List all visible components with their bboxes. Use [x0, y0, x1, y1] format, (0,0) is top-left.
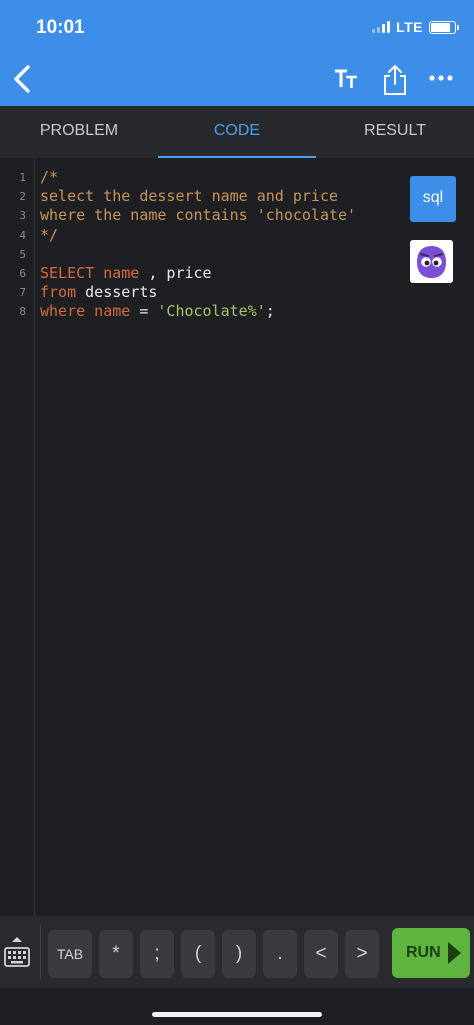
- text-size-icon[interactable]: [334, 68, 358, 90]
- code-token: , price: [148, 264, 212, 282]
- home-indicator[interactable]: [152, 1012, 322, 1017]
- tab-bar: PROBLEM CODE RESULT: [0, 106, 474, 159]
- line-code[interactable]: */: [40, 226, 58, 245]
- tab-code[interactable]: CODE: [158, 106, 316, 159]
- line-number: 4: [19, 228, 26, 242]
- code-line[interactable]: 3 where the name contains 'chocolate': [0, 206, 400, 225]
- share-icon[interactable]: [381, 64, 409, 96]
- line-number: 3: [19, 209, 26, 223]
- code-token: desserts: [76, 283, 158, 302]
- code-line[interactable]: 4 */: [0, 226, 400, 245]
- signal-icon: [372, 21, 391, 33]
- tab-problem[interactable]: PROBLEM: [0, 106, 158, 158]
- code-token: /*: [40, 168, 59, 186]
- line-code[interactable]: from desserts: [40, 283, 157, 302]
- code-line[interactable]: 8 where name = 'Chocolate%';: [0, 302, 400, 321]
- line-code[interactable]: where the name contains 'chocolate': [40, 206, 356, 225]
- code-line[interactable]: 6 SELECT name , price: [0, 264, 400, 283]
- key-open-paren[interactable]: (: [181, 930, 215, 978]
- code-token: 'Chocolate%': [157, 302, 266, 321]
- key-tab[interactable]: TAB: [48, 930, 92, 978]
- key-period[interactable]: .: [263, 930, 297, 978]
- top-bar: 10:01 LTE: [0, 0, 474, 106]
- code-line[interactable]: 2 select the dessert name and price: [0, 187, 400, 206]
- code-token: SELECT: [40, 264, 95, 282]
- line-number: 5: [19, 247, 26, 261]
- code-line[interactable]: 5: [0, 245, 400, 264]
- battery-icon: [429, 20, 459, 34]
- code-token: from: [40, 283, 77, 302]
- run-label: RUN: [406, 944, 441, 961]
- keyboard-accessory-bar: TAB * ; ( ) . < > RUN: [0, 916, 474, 988]
- code-token: where the name contains 'chocolate': [40, 206, 357, 225]
- line-number: 7: [19, 286, 26, 300]
- line-code[interactable]: select the dessert name and price: [40, 187, 338, 206]
- line-number: 1: [19, 171, 26, 184]
- key-less-than[interactable]: <: [304, 930, 338, 978]
- language-badge[interactable]: sql: [410, 176, 456, 222]
- line-code[interactable]: where name = 'Chocolate%';: [40, 302, 275, 321]
- code-token: */: [40, 225, 59, 244]
- bottom-safe-area: [0, 988, 474, 1025]
- code-token: name: [94, 264, 149, 282]
- key-close-paren[interactable]: ): [222, 930, 256, 978]
- line-number: 6: [19, 267, 26, 280]
- play-icon: [448, 942, 461, 964]
- network-label: LTE: [396, 19, 423, 35]
- code-editor[interactable]: 1 /* 2 select the dessert name and price 3 wh…: [0, 158, 474, 916]
- line-number: 8: [19, 305, 26, 319]
- key-greater-than[interactable]: >: [345, 930, 379, 978]
- line-code[interactable]: SELECT name , price: [40, 264, 212, 283]
- keyboard-toggle-icon[interactable]: [2, 936, 32, 972]
- run-button[interactable]: RUN: [392, 928, 470, 978]
- code-token: =: [139, 302, 158, 321]
- code-line[interactable]: 7 from desserts: [0, 283, 400, 302]
- code-token: where: [40, 302, 86, 321]
- mascot-icon[interactable]: [410, 240, 453, 283]
- status-indicators: LTE: [372, 19, 459, 35]
- code-line[interactable]: 1 /*: [0, 168, 400, 187]
- code-token: select the dessert name and price: [40, 187, 339, 206]
- key-asterisk[interactable]: *: [99, 930, 133, 978]
- code-token: ;: [265, 302, 275, 321]
- key-semicolon[interactable]: ;: [140, 930, 174, 978]
- tab-result[interactable]: RESULT: [316, 106, 474, 158]
- toolbar-divider: [40, 926, 41, 978]
- line-code[interactable]: /*: [40, 168, 58, 187]
- line-number: 2: [19, 190, 26, 204]
- status-time: 10:01: [36, 17, 85, 38]
- back-icon[interactable]: [12, 64, 34, 94]
- more-icon[interactable]: [428, 74, 454, 82]
- code-token: name: [85, 302, 140, 321]
